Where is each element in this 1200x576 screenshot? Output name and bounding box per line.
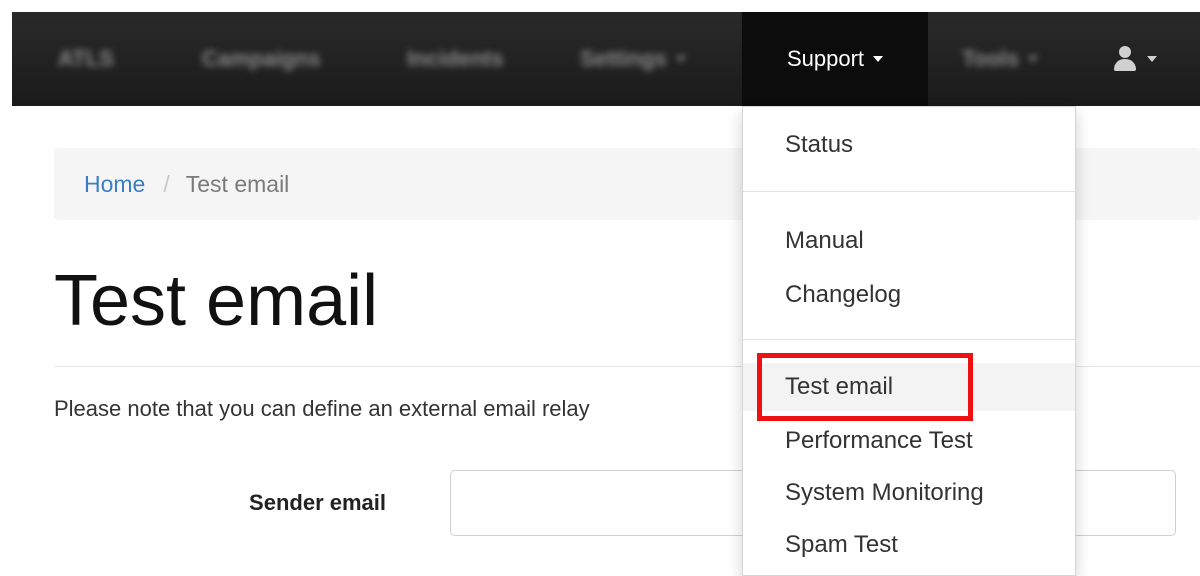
chevron-down-icon xyxy=(873,56,884,62)
breadcrumb-home-link[interactable]: Home xyxy=(84,171,145,198)
user-icon xyxy=(1112,45,1138,73)
sender-email-label: Sender email xyxy=(249,490,386,515)
page-title: Test email xyxy=(54,261,379,341)
menu-item-spam-test[interactable]: Spam Test xyxy=(743,521,1075,569)
breadcrumb-separator: / xyxy=(163,170,170,197)
chevron-down-icon xyxy=(675,56,686,62)
user-menu[interactable] xyxy=(1112,12,1157,106)
highlight-annotation-box xyxy=(757,353,973,421)
top-navbar: ATLS Campaigns Incidents Settings Suppor… xyxy=(12,12,1200,106)
nav-incidents[interactable]: Incidents xyxy=(407,12,504,106)
menu-divider xyxy=(743,191,1075,192)
nav-settings[interactable]: Settings xyxy=(580,12,686,106)
chevron-down-icon xyxy=(1147,56,1157,62)
chevron-down-icon xyxy=(1028,56,1039,62)
nav-tools-label: Tools xyxy=(962,46,1020,71)
menu-item-changelog[interactable]: Changelog xyxy=(743,271,1075,319)
support-dropdown-menu: Status Manual Changelog Test email Perfo… xyxy=(742,106,1076,576)
nav-settings-label: Settings xyxy=(580,46,667,71)
menu-item-system-monitoring[interactable]: System Monitoring xyxy=(743,469,1075,517)
breadcrumb-current: Test email xyxy=(185,170,290,197)
menu-divider xyxy=(743,339,1075,340)
menu-item-manual[interactable]: Manual xyxy=(743,217,1075,265)
nav-tools[interactable]: Tools xyxy=(962,12,1039,106)
info-note: Please note that you can define an exter… xyxy=(54,396,590,421)
menu-item-performance-test[interactable]: Performance Test xyxy=(743,417,1075,465)
nav-support[interactable]: Support xyxy=(742,12,928,106)
menu-item-status[interactable]: Status xyxy=(743,121,1075,169)
nav-campaigns[interactable]: Campaigns xyxy=(202,12,321,106)
nav-support-label: Support xyxy=(786,46,865,71)
brand-logo[interactable]: ATLS xyxy=(58,12,114,106)
